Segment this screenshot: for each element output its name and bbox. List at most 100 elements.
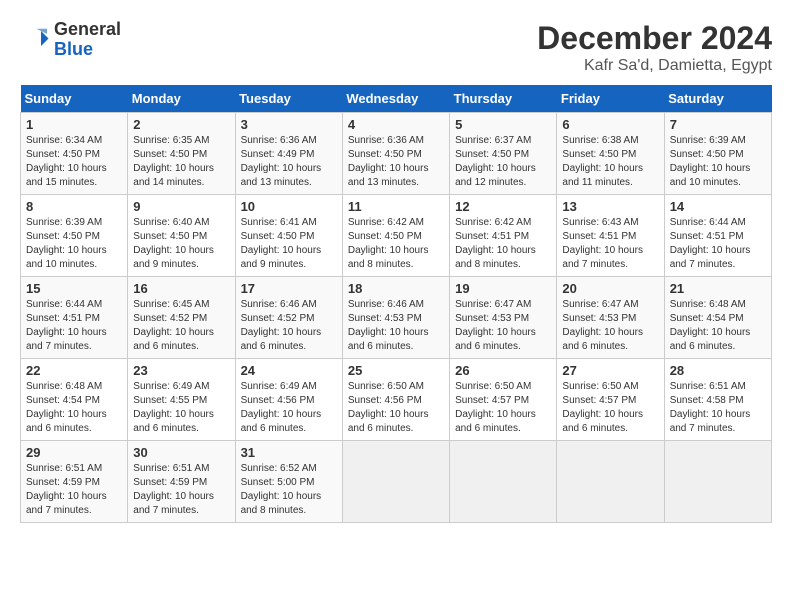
calendar-cell: 19 Sunrise: 6:47 AM Sunset: 4:53 PM Dayli… <box>450 277 557 359</box>
calendar-cell: 24Sunrise: 6:49 AM Sunset: 4:56 PM Dayli… <box>235 359 342 441</box>
weekday-header-friday: Friday <box>557 85 664 113</box>
calendar-week-2: 8Sunrise: 6:39 AM Sunset: 4:50 PM Daylig… <box>21 195 772 277</box>
day-number: 8 <box>26 199 122 214</box>
calendar-cell: 22 Sunrise: 6:48 AM Sunset: 4:54 PM Dayli… <box>21 359 128 441</box>
day-number: 11 <box>348 199 444 214</box>
day-info: Sunrise: 6:39 AM Sunset: 4:50 PM Dayligh… <box>670 134 766 190</box>
calendar-cell: 7 Sunrise: 6:39 AM Sunset: 4:50 PM Daylig… <box>664 113 771 195</box>
weekday-header-tuesday: Tuesday <box>235 85 342 113</box>
calendar-cell: 25 Sunrise: 6:50 AM Sunset: 4:56 PM Dayli… <box>342 359 449 441</box>
day-number: 13 <box>562 199 658 214</box>
calendar-cell: 26 Sunrise: 6:50 AM Sunset: 4:57 PM Dayli… <box>450 359 557 441</box>
calendar-cell: 23 Sunrise: 6:49 AM Sunset: 4:55 PM Dayli… <box>128 359 235 441</box>
calendar-cell: 21 Sunrise: 6:48 AM Sunset: 4:54 PM Dayli… <box>664 277 771 359</box>
day-number: 31 <box>241 445 337 460</box>
day-number: 21 <box>670 281 766 296</box>
day-number: 28 <box>670 363 766 378</box>
header: General Blue December 2024 Kafr Sa'd, Da… <box>20 20 772 75</box>
day-info: Sunrise: 6:43 AM Sunset: 4:51 PM Dayligh… <box>562 216 658 272</box>
calendar-cell: 4Sunrise: 6:36 AM Sunset: 4:50 PM Daylig… <box>342 113 449 195</box>
calendar-cell: 10 Sunrise: 6:41 AM Sunset: 4:50 PM Dayli… <box>235 195 342 277</box>
day-info: Sunrise: 6:47 AM Sunset: 4:53 PM Dayligh… <box>455 298 551 354</box>
calendar-cell: 18Sunrise: 6:46 AM Sunset: 4:53 PM Dayli… <box>342 277 449 359</box>
calendar-cell: 20 Sunrise: 6:47 AM Sunset: 4:53 PM Dayli… <box>557 277 664 359</box>
calendar-cell: 3 Sunrise: 6:36 AM Sunset: 4:49 PM Daylig… <box>235 113 342 195</box>
day-info: Sunrise: 6:36 AM Sunset: 4:50 PM Dayligh… <box>348 134 444 190</box>
day-number: 10 <box>241 199 337 214</box>
day-info: Sunrise: 6:38 AM Sunset: 4:50 PM Dayligh… <box>562 134 658 190</box>
weekday-header-saturday: Saturday <box>664 85 771 113</box>
calendar-cell: 15Sunrise: 6:44 AM Sunset: 4:51 PM Dayli… <box>21 277 128 359</box>
calendar-cell: 16 Sunrise: 6:45 AM Sunset: 4:52 PM Dayli… <box>128 277 235 359</box>
day-info: Sunrise: 6:48 AM Sunset: 4:54 PM Dayligh… <box>670 298 766 354</box>
day-number: 3 <box>241 117 337 132</box>
day-number: 1 <box>26 117 122 132</box>
day-number: 17 <box>241 281 337 296</box>
logo-icon <box>20 25 50 55</box>
day-info: Sunrise: 6:37 AM Sunset: 4:50 PM Dayligh… <box>455 134 551 190</box>
day-number: 25 <box>348 363 444 378</box>
day-info: Sunrise: 6:44 AM Sunset: 4:51 PM Dayligh… <box>670 216 766 272</box>
day-info: Sunrise: 6:47 AM Sunset: 4:53 PM Dayligh… <box>562 298 658 354</box>
calendar-cell <box>664 441 771 523</box>
day-number: 7 <box>670 117 766 132</box>
day-info: Sunrise: 6:51 AM Sunset: 4:58 PM Dayligh… <box>670 380 766 436</box>
day-info: Sunrise: 6:50 AM Sunset: 4:56 PM Dayligh… <box>348 380 444 436</box>
calendar-week-4: 22 Sunrise: 6:48 AM Sunset: 4:54 PM Dayli… <box>21 359 772 441</box>
day-info: Sunrise: 6:42 AM Sunset: 4:50 PM Dayligh… <box>348 216 444 272</box>
day-number: 19 <box>455 281 551 296</box>
calendar-cell <box>450 441 557 523</box>
day-number: 30 <box>133 445 229 460</box>
weekday-header-row: SundayMondayTuesdayWednesdayThursdayFrid… <box>21 85 772 113</box>
day-number: 20 <box>562 281 658 296</box>
day-info: Sunrise: 6:50 AM Sunset: 4:57 PM Dayligh… <box>455 380 551 436</box>
day-info: Sunrise: 6:44 AM Sunset: 4:51 PM Dayligh… <box>26 298 122 354</box>
calendar-cell: 9Sunrise: 6:40 AM Sunset: 4:50 PM Daylig… <box>128 195 235 277</box>
calendar-body: 1Sunrise: 6:34 AM Sunset: 4:50 PM Daylig… <box>21 113 772 523</box>
day-number: 18 <box>348 281 444 296</box>
day-number: 23 <box>133 363 229 378</box>
day-info: Sunrise: 6:45 AM Sunset: 4:52 PM Dayligh… <box>133 298 229 354</box>
day-info: Sunrise: 6:50 AM Sunset: 4:57 PM Dayligh… <box>562 380 658 436</box>
day-number: 16 <box>133 281 229 296</box>
day-number: 14 <box>670 199 766 214</box>
day-number: 12 <box>455 199 551 214</box>
day-info: Sunrise: 6:52 AM Sunset: 5:00 PM Dayligh… <box>241 462 337 518</box>
day-info: Sunrise: 6:49 AM Sunset: 4:55 PM Dayligh… <box>133 380 229 436</box>
weekday-header-wednesday: Wednesday <box>342 85 449 113</box>
weekday-header-sunday: Sunday <box>21 85 128 113</box>
day-info: Sunrise: 6:48 AM Sunset: 4:54 PM Dayligh… <box>26 380 122 436</box>
day-info: Sunrise: 6:41 AM Sunset: 4:50 PM Dayligh… <box>241 216 337 272</box>
logo-blue: Blue <box>54 40 121 60</box>
calendar-cell: 31 Sunrise: 6:52 AM Sunset: 5:00 PM Dayli… <box>235 441 342 523</box>
day-number: 22 <box>26 363 122 378</box>
calendar-cell: 8Sunrise: 6:39 AM Sunset: 4:50 PM Daylig… <box>21 195 128 277</box>
day-number: 2 <box>133 117 229 132</box>
day-info: Sunrise: 6:49 AM Sunset: 4:56 PM Dayligh… <box>241 380 337 436</box>
day-number: 29 <box>26 445 122 460</box>
location-title: Kafr Sa'd, Damietta, Egypt <box>537 57 772 75</box>
logo: General Blue <box>20 20 121 60</box>
day-info: Sunrise: 6:36 AM Sunset: 4:49 PM Dayligh… <box>241 134 337 190</box>
calendar-cell: 27 Sunrise: 6:50 AM Sunset: 4:57 PM Dayli… <box>557 359 664 441</box>
calendar-week-5: 29 Sunrise: 6:51 AM Sunset: 4:59 PM Dayli… <box>21 441 772 523</box>
calendar-cell: 29Sunrise: 6:51 AM Sunset: 4:59 PM Dayli… <box>21 441 128 523</box>
day-number: 9 <box>133 199 229 214</box>
day-number: 27 <box>562 363 658 378</box>
calendar-cell: 14 Sunrise: 6:44 AM Sunset: 4:51 PM Dayli… <box>664 195 771 277</box>
month-title: December 2024 <box>537 20 772 57</box>
day-info: Sunrise: 6:35 AM Sunset: 4:50 PM Dayligh… <box>133 134 229 190</box>
calendar-week-1: 1Sunrise: 6:34 AM Sunset: 4:50 PM Daylig… <box>21 113 772 195</box>
calendar-cell: 12Sunrise: 6:42 AM Sunset: 4:51 PM Dayli… <box>450 195 557 277</box>
day-info: Sunrise: 6:51 AM Sunset: 4:59 PM Dayligh… <box>133 462 229 518</box>
calendar-cell: 28 Sunrise: 6:51 AM Sunset: 4:58 PM Dayli… <box>664 359 771 441</box>
calendar-cell <box>342 441 449 523</box>
logo-general: General <box>54 20 121 40</box>
calendar-cell <box>557 441 664 523</box>
calendar-cell: 2 Sunrise: 6:35 AM Sunset: 4:50 PM Daylig… <box>128 113 235 195</box>
day-number: 26 <box>455 363 551 378</box>
calendar-cell: 1Sunrise: 6:34 AM Sunset: 4:50 PM Daylig… <box>21 113 128 195</box>
calendar-table: SundayMondayTuesdayWednesdayThursdayFrid… <box>20 85 772 523</box>
calendar-cell: 11 Sunrise: 6:42 AM Sunset: 4:50 PM Dayli… <box>342 195 449 277</box>
day-info: Sunrise: 6:46 AM Sunset: 4:52 PM Dayligh… <box>241 298 337 354</box>
